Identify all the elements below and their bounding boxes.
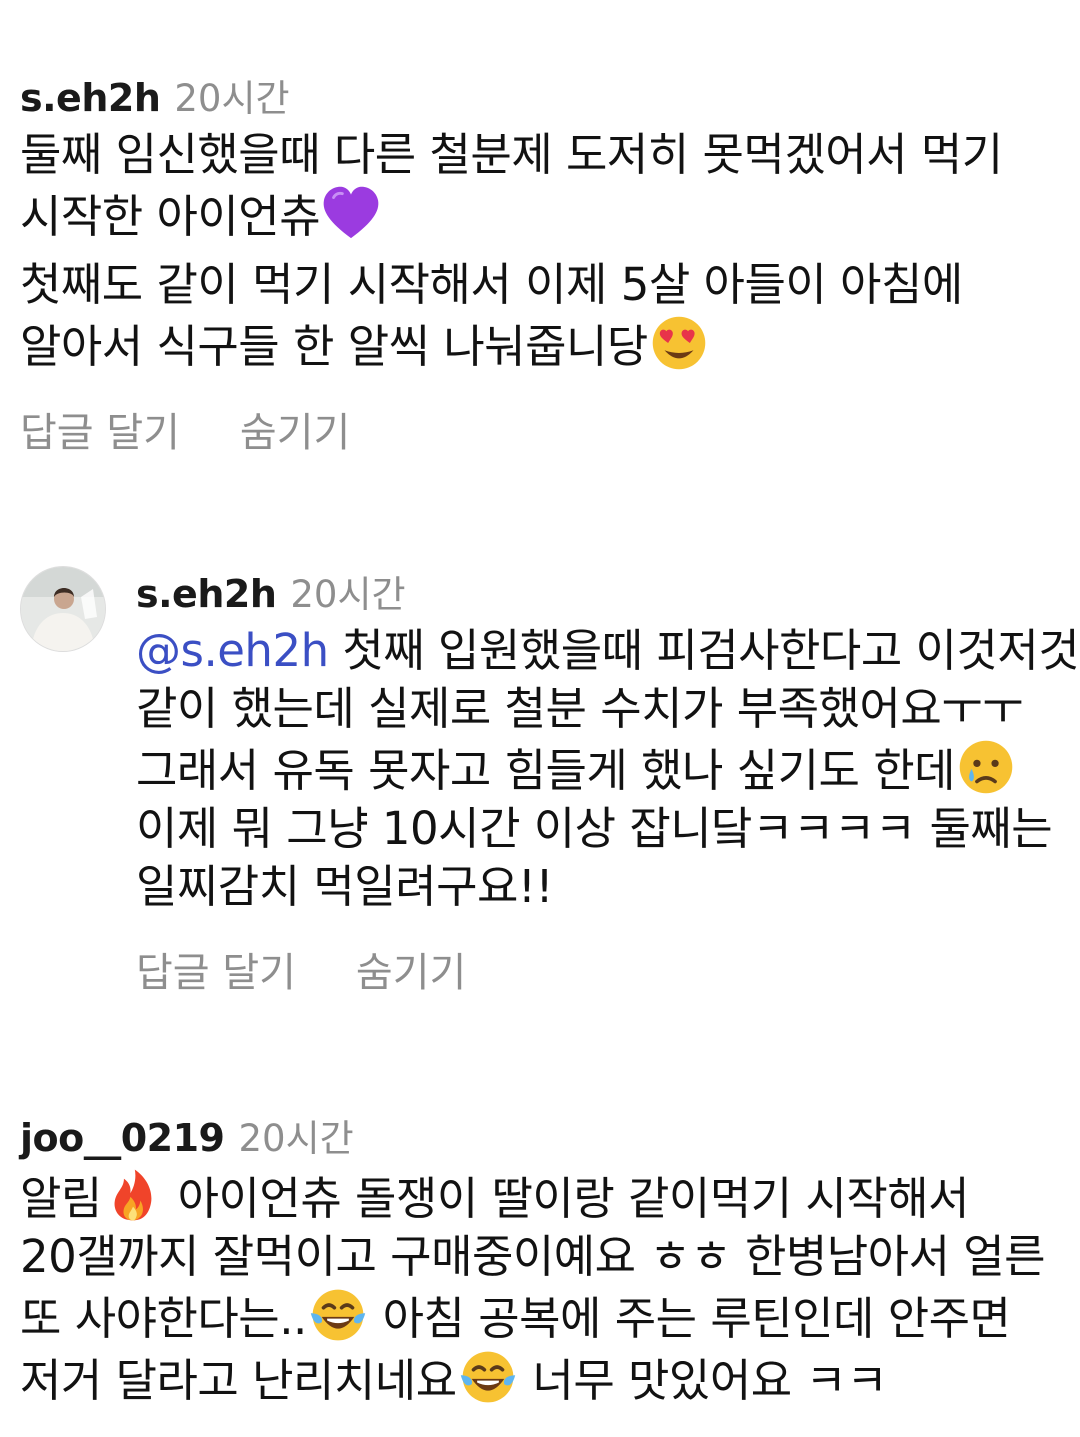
- comment-3: joo__0219 20시간 알림 아이언츄 돌쟁이 딸이랑 같이먹기 시작해서…: [20, 1108, 1080, 1410]
- timestamp: 20시간: [238, 1117, 354, 1160]
- heart-eyes-face-icon: [652, 316, 706, 370]
- timestamp: 20시간: [290, 573, 406, 616]
- comment-text: 알림 아이언츄 돌쟁이 딸이랑 같이먹기 시작해서 20갤까지 잘먹이고 구매중…: [20, 1166, 1080, 1410]
- hide-button[interactable]: 숨기기: [240, 400, 350, 458]
- comment-paragraph: 첫째도 같이 먹기 시작해서 이제 5살 아들이 아침에 알아서 식구들 한 알…: [20, 256, 1080, 376]
- comment-header: joo__0219 20시간: [20, 1108, 1080, 1164]
- purple-heart-icon: [323, 186, 379, 239]
- comment-text: 둘째 임신했을때 다른 철분제 도저히 못먹겠어서 먹기 시작한 아이언츄 첫째…: [20, 126, 1080, 376]
- laughing-tears-face-icon: [460, 1351, 515, 1403]
- comment-text-part: 첫째도 같이 먹기 시작해서 이제 5살 아들이 아침에 알아서 식구들 한 알…: [20, 258, 963, 373]
- avatar[interactable]: [20, 566, 106, 652]
- fire-icon: [114, 1169, 152, 1221]
- comment-text-part: 둘째 임신했을때 다른 철분제 도저히 못먹겠어서 먹기 시작한 아이언츄: [20, 128, 1003, 243]
- comment-text-part: 알림: [20, 1172, 102, 1225]
- timestamp: 20시간: [174, 77, 290, 120]
- comment-actions: 답글 달기 숨기기: [136, 940, 1080, 998]
- username[interactable]: s.eh2h: [136, 572, 277, 616]
- mention-link[interactable]: @s.eh2h: [136, 624, 329, 677]
- hide-button[interactable]: 숨기기: [356, 940, 466, 998]
- comment-text-part: 이제 뭐 그냥 10시간 이상 잡니닼ㅋㅋㅋㅋ 둘째는 일찌감치 먹일려구요!!: [136, 802, 1053, 913]
- laughing-tears-face-icon: [310, 1289, 366, 1341]
- reply-button[interactable]: 답글 달기: [136, 940, 296, 998]
- comment-paragraph: 둘째 임신했을때 다른 철분제 도저히 못먹겠어서 먹기 시작한 아이언츄: [20, 126, 1080, 246]
- crying-face-icon: [959, 740, 1013, 794]
- comment-1: s.eh2h 20시간 둘째 임신했을때 다른 철분제 도저히 못먹겠어서 먹기…: [20, 68, 1080, 458]
- username[interactable]: s.eh2h: [20, 76, 161, 120]
- comment-text-part: 너무 맛있어요 ㅋㅋ: [518, 1354, 888, 1407]
- comment-actions: 답글 달기 숨기기: [20, 400, 1080, 458]
- avatar-image: [21, 567, 105, 651]
- reply-comment: s.eh2h 20시간 @s.eh2h 첫째 입원했을때 피검사한다고 이것저것…: [136, 564, 1080, 998]
- comment-text: @s.eh2h 첫째 입원했을때 피검사한다고 이것저것 같이 했는데 실제로 …: [136, 622, 1080, 916]
- comment-header: s.eh2h 20시간: [20, 68, 1080, 124]
- reply-button[interactable]: 답글 달기: [20, 400, 180, 458]
- comment-header: s.eh2h 20시간: [136, 564, 1080, 620]
- username[interactable]: joo__0219: [20, 1116, 225, 1160]
